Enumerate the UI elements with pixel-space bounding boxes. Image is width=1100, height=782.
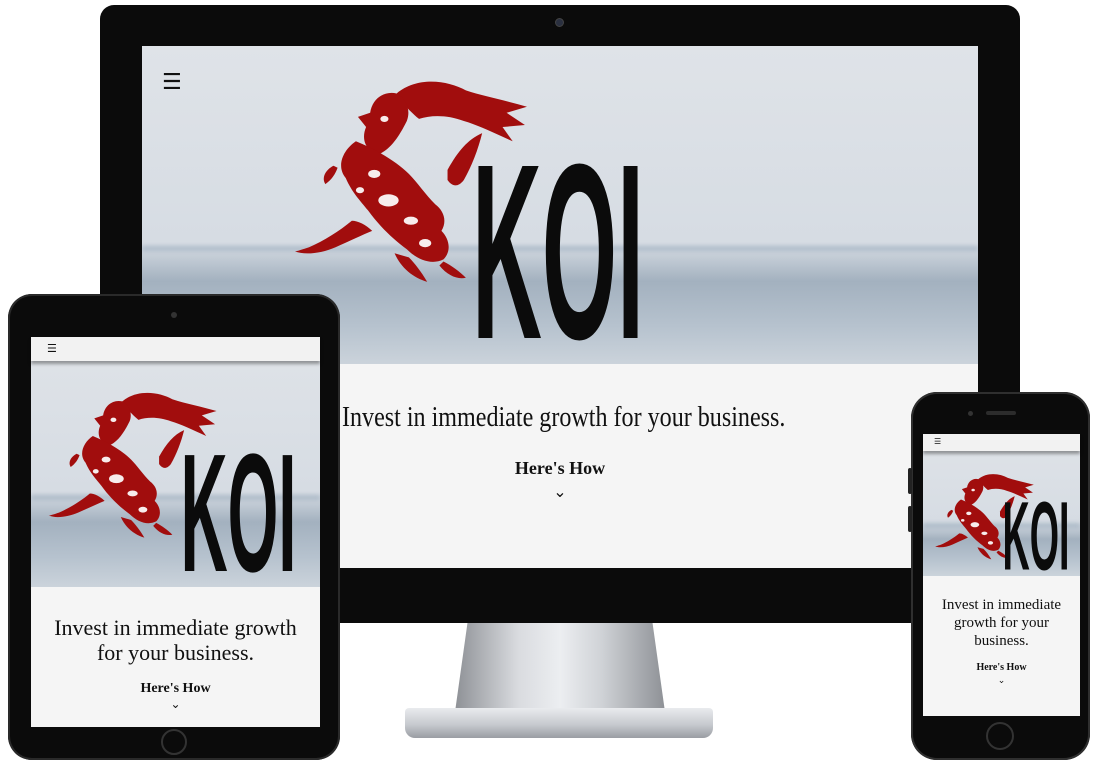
tablet-navbar: ☰ <box>31 337 320 361</box>
tablet-content: Invest in immediate growth for your busi… <box>31 587 320 727</box>
monitor-stand-base <box>405 708 713 738</box>
chevron-down-icon[interactable]: ⌄ <box>31 697 320 711</box>
phone-side-button <box>908 506 912 532</box>
phone-speaker <box>986 411 1016 415</box>
headline: Invest in immediate growth for your busi… <box>342 402 786 433</box>
hamburger-menu-icon[interactable]: ☰ <box>47 343 57 354</box>
koi-wordmark: KOI <box>472 112 644 364</box>
phone-home-button[interactable] <box>986 722 1014 750</box>
logo-text: KOI <box>1003 482 1070 576</box>
phone-side-button <box>908 468 912 494</box>
phone-camera-icon <box>968 411 973 416</box>
koi-wordmark: KOI <box>181 419 297 587</box>
monitor-stand-neck <box>455 622 665 712</box>
phone-hero: KOI <box>923 434 1080 576</box>
tablet-hero: KOI <box>31 337 320 587</box>
phone-content: Invest in immediate growth for your busi… <box>923 576 1080 716</box>
headline: Invest in immediate growth for your busi… <box>54 615 297 665</box>
logo-text: KOI <box>181 419 297 587</box>
phone-navbar: ☰ <box>923 434 1080 451</box>
tablet-home-button[interactable] <box>161 729 187 755</box>
hamburger-menu-icon[interactable]: ☰ <box>162 72 182 94</box>
headline: Invest in immediate growth for your busi… <box>941 597 1062 649</box>
koi-wordmark: KOI <box>1003 482 1070 576</box>
hamburger-menu-icon[interactable]: ☰ <box>934 438 941 446</box>
chevron-down-icon[interactable]: ⌄ <box>923 676 1080 686</box>
heres-how-link[interactable]: Here's How <box>923 662 1080 673</box>
webcam-icon <box>555 18 564 27</box>
logo-text: KOI <box>472 112 644 364</box>
heres-how-link[interactable]: Here's How <box>31 681 320 697</box>
tablet-camera-icon <box>171 312 177 318</box>
